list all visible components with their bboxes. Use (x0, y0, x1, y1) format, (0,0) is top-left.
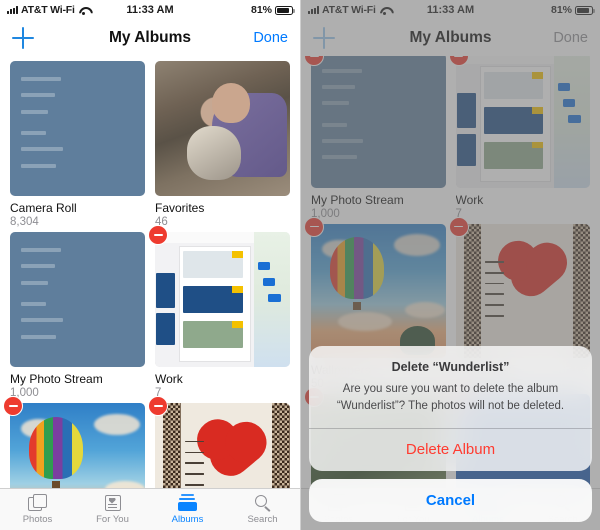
album-thumbnail[interactable] (10, 403, 145, 488)
alert-title: Delete “Wunderlist” (391, 360, 510, 375)
alert-header: Delete “Wunderlist” Are you sure you wan… (309, 346, 592, 427)
tab-bar-left[interactable]: Photos For You Albums Search (0, 488, 300, 530)
phone-screen-left: AT&T Wi-Fi 11:33 AM 81% My Albums Done C… (0, 0, 300, 530)
album-cover-art (155, 61, 290, 196)
cancel-button[interactable]: Cancel (309, 479, 592, 522)
album-thumbnail[interactable] (155, 61, 290, 196)
tab-label: Photos (22, 514, 53, 525)
album-cell[interactable]: Camera Roll 8,304 (10, 61, 145, 228)
battery-percent-label: 81% (250, 4, 272, 16)
tab-for-you[interactable]: For You (75, 489, 150, 530)
album-cell[interactable]: Wallpapers50 (3, 396, 145, 488)
tab-label: Search (247, 514, 278, 525)
album-count-label: 1,000 (10, 387, 39, 399)
dual-screenshot-stage: AT&T Wi-Fi 11:33 AM 81% My Albums Done C… (0, 0, 600, 530)
done-button[interactable]: Done (253, 30, 288, 46)
album-name-label: Work (155, 372, 183, 386)
album-name-label: Camera Roll (10, 201, 77, 215)
album-cell[interactable]: Work7 (148, 225, 290, 399)
album-cell[interactable]: My Photo Stream1,000 (10, 232, 145, 399)
minus-circle-icon[interactable] (148, 396, 168, 416)
album-thumbnail[interactable] (155, 403, 290, 488)
album-cover-art (10, 61, 145, 196)
tab-albums[interactable]: Albums (150, 489, 225, 530)
phone-screen-right: AT&T Wi-Fi 11:33 AM 81% My Albums Done M… (300, 0, 600, 530)
tab-label: Albums (171, 514, 204, 525)
tab-search[interactable]: Search (225, 489, 300, 530)
album-thumbnail[interactable] (155, 232, 290, 367)
album-grid-scroll-left[interactable]: Camera Roll 8,304 Favorites 46 My Photo Stre… (0, 56, 300, 488)
minus-circle-icon[interactable] (148, 225, 168, 245)
album-name-label: Favorites (155, 201, 205, 215)
album-name-label: My Photo Stream (10, 372, 103, 386)
status-bar-right-group: 81% (250, 4, 295, 16)
wifi-icon (78, 6, 90, 15)
album-count-label: 8,304 (10, 216, 39, 228)
album-cover-art (10, 403, 145, 488)
album-count-label: 46 (155, 216, 168, 228)
cellular-signal-icon (7, 6, 18, 14)
album-cover-art (10, 232, 145, 367)
navigation-bar-left: My Albums Done (0, 20, 300, 56)
albums-icon (177, 494, 198, 512)
status-bar-left-group: AT&T Wi-Fi (7, 4, 90, 16)
album-cell[interactable]: Favorites 46 (155, 61, 290, 228)
album-cover-art (155, 232, 290, 367)
minus-circle-icon[interactable] (3, 396, 23, 416)
album-grid-left: Camera Roll 8,304 Favorites 46 My Photo Stre… (0, 56, 300, 488)
foryou-icon (103, 494, 123, 512)
status-bar-left: AT&T Wi-Fi 11:33 AM 81% (0, 0, 300, 20)
battery-icon (275, 5, 295, 15)
album-thumbnail[interactable] (10, 232, 145, 367)
alert-panel: Delete “Wunderlist” Are you sure you wan… (309, 346, 592, 471)
delete-album-button[interactable]: Delete Album (309, 428, 592, 471)
album-thumbnail[interactable] (10, 61, 145, 196)
album-count-label: 7 (155, 387, 162, 399)
album-cell[interactable]: Wunderlist1 (148, 396, 290, 488)
tab-photos[interactable]: Photos (0, 489, 75, 530)
album-cover-art (155, 403, 290, 488)
tab-label: For You (96, 514, 129, 525)
delete-album-action-sheet: Delete “Wunderlist” Are you sure you wan… (301, 346, 600, 522)
alert-message: Are you sure you want to delete the albu… (336, 383, 565, 412)
photos-icon (27, 494, 48, 512)
search-icon (253, 494, 273, 512)
carrier-label: AT&T Wi-Fi (21, 4, 75, 16)
plus-icon[interactable] (12, 27, 34, 49)
